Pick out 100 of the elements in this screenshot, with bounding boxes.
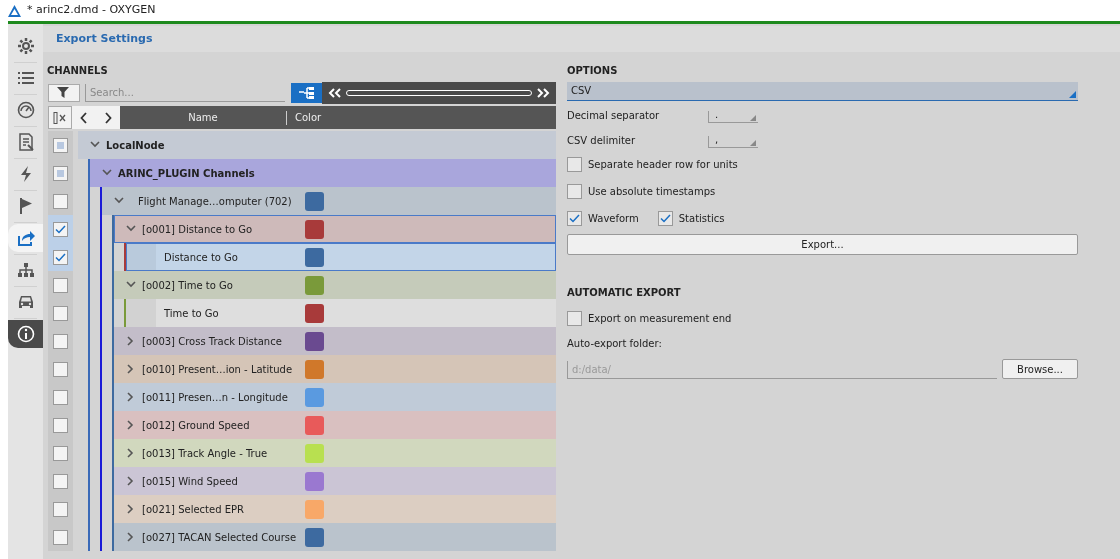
checkbox[interactable] [53, 193, 68, 209]
filter-icon [57, 87, 71, 99]
report-icon [16, 133, 35, 151]
color-swatch[interactable] [305, 527, 324, 547]
scroll-bar[interactable] [322, 82, 556, 104]
color-swatch[interactable] [305, 275, 324, 295]
tree-row[interactable]: Time to Go [126, 299, 556, 327]
checkbox[interactable] [53, 445, 68, 461]
channel-name: LocalNode [106, 138, 165, 153]
clear-columns-button[interactable] [48, 106, 72, 129]
channel-name: [o027] TACAN Selected Course [142, 530, 297, 545]
color-swatch[interactable] [305, 247, 324, 267]
channel-name: [o001] Distance to Go [142, 222, 253, 237]
checkbox[interactable]: Use absolute timestamps [567, 183, 716, 199]
dropdown-field[interactable]: , [708, 136, 758, 148]
color-swatch[interactable] [305, 303, 324, 323]
color-swatch[interactable] [305, 387, 324, 407]
color-swatch[interactable] [305, 191, 324, 211]
checkbox[interactable] [53, 361, 68, 377]
info-icon [16, 325, 35, 343]
checkbox[interactable] [53, 473, 68, 489]
tree-row[interactable]: [o002] Time to Go [114, 271, 556, 299]
chevron-right-icon[interactable] [126, 392, 136, 402]
checkbox[interactable] [53, 501, 68, 517]
tree-row[interactable]: [o001] Distance to Go [114, 215, 556, 243]
channel-name: [o021] Selected EPR [142, 502, 244, 517]
chevron-down-icon[interactable] [126, 280, 136, 290]
tree-row[interactable]: [o003] Cross Track Distance [114, 327, 556, 355]
tree-row[interactable]: [o011] Presen…n - Longitude [114, 383, 556, 411]
chevron-down-icon[interactable] [90, 140, 100, 150]
checkbox[interactable] [53, 165, 68, 181]
check-icon [55, 252, 66, 262]
tree-row[interactable]: ARINC_PLUGIN Channels [90, 159, 556, 187]
tree-row[interactable]: Flight Manage…omputer (702) [102, 187, 556, 215]
color-swatch[interactable] [305, 359, 324, 379]
checkbox[interactable] [53, 389, 68, 405]
check-icon [569, 213, 580, 223]
color-swatch[interactable] [305, 331, 324, 351]
chevron-right-icon[interactable] [126, 504, 136, 514]
checkbox[interactable] [53, 529, 68, 545]
channel-name: [o015] Wind Speed [142, 474, 238, 489]
field-label: Decimal separator [567, 109, 661, 123]
tree-row[interactable]: [o015] Wind Speed [114, 467, 556, 495]
chevron-right-icon[interactable] [126, 476, 136, 486]
section-heading: CHANNELS [47, 64, 108, 78]
sidebar-item[interactable] [8, 224, 43, 252]
chevron-down-icon[interactable] [102, 168, 112, 178]
chevron-right-icon[interactable] [126, 420, 136, 430]
color-swatch[interactable] [305, 219, 324, 239]
chevron-down-icon[interactable] [126, 224, 136, 234]
export-button[interactable]: Export... [567, 234, 1078, 255]
chevron-right-icon[interactable] [126, 336, 136, 346]
checkbox[interactable] [53, 221, 68, 237]
checkbox[interactable] [53, 333, 68, 349]
field-label: Auto-export folder: [567, 337, 663, 351]
tree-view-button[interactable] [291, 83, 322, 103]
chevron-down-icon[interactable] [114, 196, 124, 206]
tree-row[interactable]: [o027] TACAN Selected Course [114, 523, 556, 551]
tree-row[interactable]: [o010] Present…ion - Latitude [114, 355, 556, 383]
sidebar-item[interactable] [8, 320, 43, 348]
car-icon [16, 293, 35, 311]
column-header[interactable]: Name [120, 110, 286, 125]
double-chevron-right-icon [536, 88, 550, 98]
column-header[interactable]: Color [287, 110, 322, 125]
app-logo-icon [8, 4, 21, 17]
tree-row[interactable]: LocalNode [78, 131, 556, 159]
checkbox[interactable]: Waveform [567, 210, 639, 226]
gauge-icon [16, 101, 35, 119]
field-label: CSV delimiter [567, 134, 637, 148]
checkbox[interactable] [53, 417, 68, 433]
tree-row[interactable]: [o013] Track Angle - True [114, 439, 556, 467]
checkbox[interactable]: Separate header row for units [567, 156, 738, 172]
browse-button[interactable]: Browse... [1002, 359, 1078, 379]
chevron-right-icon [104, 111, 112, 124]
checkbox[interactable] [53, 277, 68, 293]
chevron-right-icon[interactable] [126, 364, 136, 374]
chevron-right-icon[interactable] [126, 532, 136, 542]
checkbox[interactable] [53, 305, 68, 321]
color-swatch[interactable] [305, 471, 324, 491]
color-swatch[interactable] [305, 415, 324, 435]
color-swatch[interactable] [305, 499, 324, 519]
format-dropdown[interactable]: CSV [567, 82, 1078, 101]
dropdown-field[interactable]: . [708, 111, 758, 123]
tree-row[interactable]: [o012] Ground Speed [114, 411, 556, 439]
checkbox[interactable] [53, 249, 68, 265]
gear-icon [16, 37, 35, 55]
color-swatch[interactable] [305, 443, 324, 463]
checkbox[interactable]: Statistics [657, 210, 725, 226]
back-button[interactable] [72, 106, 96, 129]
window-title: * arinc2.dmd - OXYGEN [27, 2, 156, 19]
checkbox[interactable]: Export on measurement end [567, 310, 1078, 326]
forward-button[interactable] [96, 106, 120, 129]
filter-button[interactable] [48, 84, 80, 102]
checkbox[interactable] [53, 137, 68, 153]
tree-row[interactable]: [o021] Selected EPR [114, 495, 556, 523]
column-clear-icon [53, 111, 67, 124]
channel-name: ARINC_PLUGIN Channels [118, 166, 255, 181]
section-heading: OPTIONS [567, 64, 618, 78]
chevron-right-icon[interactable] [126, 448, 136, 458]
tree-row[interactable]: Distance to Go [126, 243, 556, 271]
